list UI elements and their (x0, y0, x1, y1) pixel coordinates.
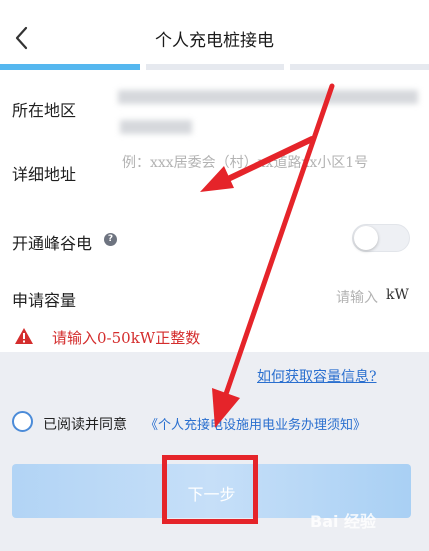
peak-valley-label: 开通峰谷电 (12, 234, 93, 253)
agreement-prefix: 已阅读并同意 (43, 417, 127, 433)
capacity-info-link[interactable]: 如何获取容量信息? (257, 366, 377, 386)
capacity-unit: kW (386, 287, 409, 303)
agreement-link[interactable]: 《个人充接电设施用电业务办理须知》 (145, 414, 366, 433)
region-selector[interactable] (110, 82, 422, 142)
capacity-placeholder: 请输入 (336, 290, 378, 306)
address-input[interactable]: 例：xxx居委会（村）xx道路xx小区1号 (122, 152, 368, 172)
capacity-input[interactable]: 请输入 kW (300, 284, 412, 308)
region-label: 所在地区 (12, 101, 77, 120)
annotation-highlight-box (162, 455, 258, 524)
agreement-radio[interactable] (12, 411, 33, 432)
region-value-blurred (118, 90, 418, 104)
toggle-knob (354, 226, 378, 250)
capacity-warning: 请输入0-50kW正整数 (52, 329, 201, 347)
warning-icon (15, 328, 33, 344)
page-title: 个人充电桩接电 (155, 31, 274, 51)
application-form: 所在地区 详细地址 例：xxx居委会（村）xx道路xx小区1号 开通峰谷电 ? … (0, 70, 429, 352)
peak-valley-toggle[interactable] (352, 224, 410, 252)
capacity-label: 申请容量 (12, 291, 77, 310)
region-value-blurred-2 (120, 120, 192, 134)
header-bar: 个人充电桩接电 (0, 0, 429, 66)
help-icon[interactable]: ? (104, 233, 117, 246)
watermark: Bai 经验 (310, 512, 377, 531)
address-label: 详细地址 (12, 165, 77, 184)
